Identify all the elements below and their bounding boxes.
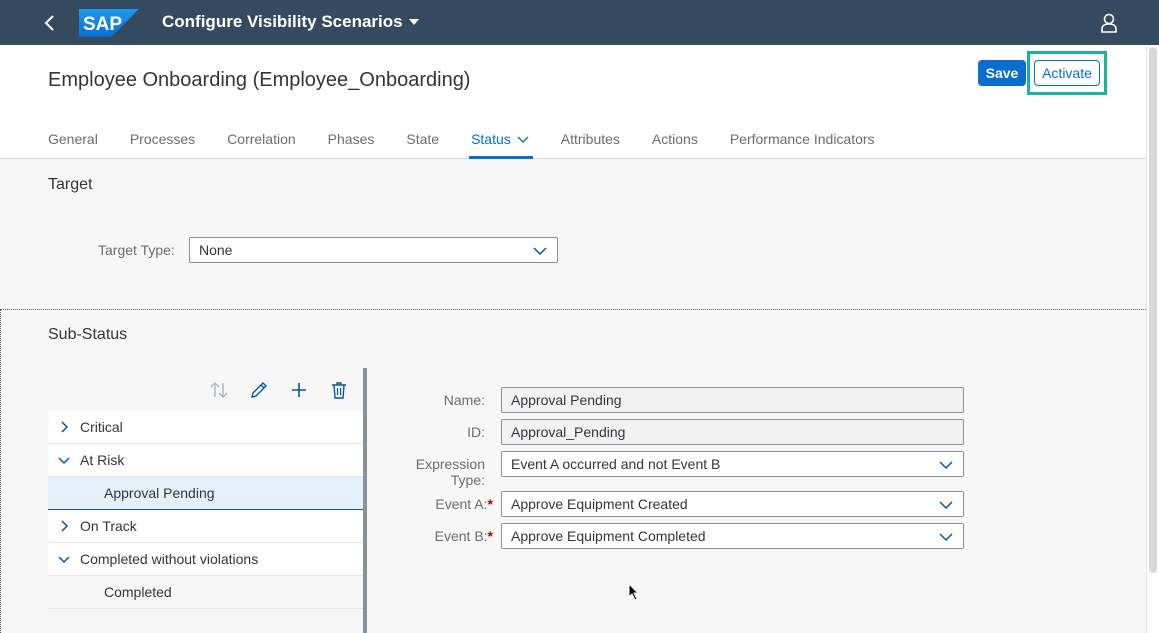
sub-status-tree: Critical At Risk Approval Pending On Tra… (48, 411, 363, 609)
activate-highlight: Activate (1027, 51, 1107, 95)
mouse-pointer-icon (628, 583, 640, 601)
tab-performance-indicators[interactable]: Performance Indicators (730, 131, 875, 159)
tree-item-completed[interactable]: Completed (48, 576, 363, 609)
tab-general[interactable]: General (48, 131, 98, 159)
expression-type-select[interactable]: Event A occurred and not Event B (501, 451, 964, 477)
tab-label: Status (471, 131, 511, 147)
expression-type-label-line2: Type: (450, 472, 485, 488)
tab-label: Phases (327, 131, 375, 147)
event-a-value: Approve Equipment Created (511, 496, 688, 512)
name-field[interactable]: Approval Pending (501, 387, 964, 413)
event-a-label-text: Event A: (435, 496, 488, 512)
tab-label: State (406, 131, 440, 147)
event-a-select[interactable]: Approve Equipment Created (501, 491, 964, 517)
object-header: Employee Onboarding (Employee_Onboarding… (0, 45, 1146, 159)
tab-label: Attributes (560, 131, 620, 147)
chevron-down-icon (58, 556, 70, 564)
page-title: Employee Onboarding (Employee_Onboarding… (48, 69, 471, 91)
event-b-select[interactable]: Approve Equipment Completed (501, 523, 964, 549)
target-type-label: Target Type: (98, 242, 175, 258)
tab-label: Performance Indicators (729, 131, 875, 147)
tab-actions[interactable]: Actions (652, 131, 698, 159)
tree-item-label: Critical (80, 419, 123, 435)
app-title: Configure Visibility Scenarios (162, 12, 403, 31)
activate-button[interactable]: Activate (1034, 60, 1100, 86)
chevron-down-icon (939, 461, 953, 470)
save-button[interactable]: Save (978, 60, 1026, 86)
event-b-label: Event B:* (373, 528, 493, 544)
id-field[interactable]: Approval_Pending (501, 419, 964, 445)
section-divider (0, 309, 1146, 310)
tree-item-label: Completed without violations (80, 551, 259, 567)
tab-correlation[interactable]: Correlation (227, 131, 295, 159)
tree-item-label: Approval Pending (104, 485, 215, 501)
tab-bar: General Processes Correlation Phases Sta… (48, 131, 907, 159)
chevron-down-icon (517, 136, 529, 143)
tree-item-label: At Risk (80, 452, 125, 468)
tab-processes[interactable]: Processes (130, 131, 195, 159)
expand-toggle[interactable] (48, 510, 80, 543)
tab-label: Processes (129, 131, 196, 147)
event-b-label-text: Event B: (434, 528, 488, 544)
tree-item-label: On Track (80, 518, 137, 534)
tab-attributes[interactable]: Attributes (561, 131, 620, 159)
app-title-menu[interactable]: Configure Visibility Scenarios (162, 12, 419, 32)
chevron-left-icon (44, 15, 54, 31)
tab-phases[interactable]: Phases (328, 131, 375, 159)
delete-icon[interactable] (329, 380, 349, 400)
chevron-right-icon (61, 520, 69, 532)
expression-type-value: Event A occurred and not Event B (511, 456, 721, 472)
tree-item-completed-without-violations[interactable]: Completed without violations (48, 543, 363, 576)
target-type-select[interactable]: None (189, 237, 558, 263)
tab-label: Actions (651, 131, 698, 147)
tree-item-at-risk[interactable]: At Risk (48, 444, 363, 477)
required-mark: * (487, 496, 493, 512)
shell-bar: SAP Configure Visibility Scenarios (0, 0, 1159, 45)
sap-logo: SAP (79, 9, 139, 37)
target-section-title: Target (48, 176, 93, 193)
chevron-right-icon (61, 421, 69, 433)
section-divider-left (0, 310, 1, 633)
chevron-down-icon (58, 457, 70, 465)
tab-status[interactable]: Status (469, 131, 533, 159)
logo-text: SAP (83, 14, 122, 35)
user-icon[interactable] (1098, 12, 1120, 34)
expression-type-label-line1: Expression (415, 456, 485, 472)
tab-state[interactable]: State (406, 131, 439, 159)
event-b-value: Approve Equipment Completed (511, 528, 706, 544)
back-button[interactable] (38, 11, 62, 35)
required-mark: * (487, 528, 493, 544)
chevron-down-icon (533, 247, 547, 256)
tree-item-approval-pending[interactable]: Approval Pending (48, 477, 363, 510)
expand-toggle[interactable] (48, 411, 80, 444)
vertical-scrollbar[interactable] (1146, 45, 1159, 633)
target-type-value: None (199, 242, 233, 258)
edit-icon[interactable] (249, 380, 269, 400)
sort-icon[interactable] (209, 380, 229, 400)
id-label: ID: (467, 424, 485, 440)
scrollbar-thumb[interactable] (1149, 47, 1157, 573)
caret-down-icon (408, 19, 419, 25)
tab-label: General (48, 131, 98, 147)
tab-label: Correlation (227, 131, 296, 147)
collapse-toggle[interactable] (48, 444, 80, 477)
sub-status-section-title: Sub-Status (48, 326, 128, 343)
chevron-down-icon (939, 501, 953, 510)
tree-item-critical[interactable]: Critical (48, 411, 363, 444)
tree-item-on-track[interactable]: On Track (48, 510, 363, 543)
event-a-label: Event A:* (373, 496, 493, 512)
id-value: Approval_Pending (511, 424, 626, 440)
collapse-toggle[interactable] (48, 543, 80, 576)
name-value: Approval Pending (511, 392, 622, 408)
name-label: Name: (443, 392, 485, 408)
chevron-down-icon (939, 533, 953, 542)
tree-item-label: Completed (104, 584, 172, 600)
add-icon[interactable] (289, 380, 309, 400)
